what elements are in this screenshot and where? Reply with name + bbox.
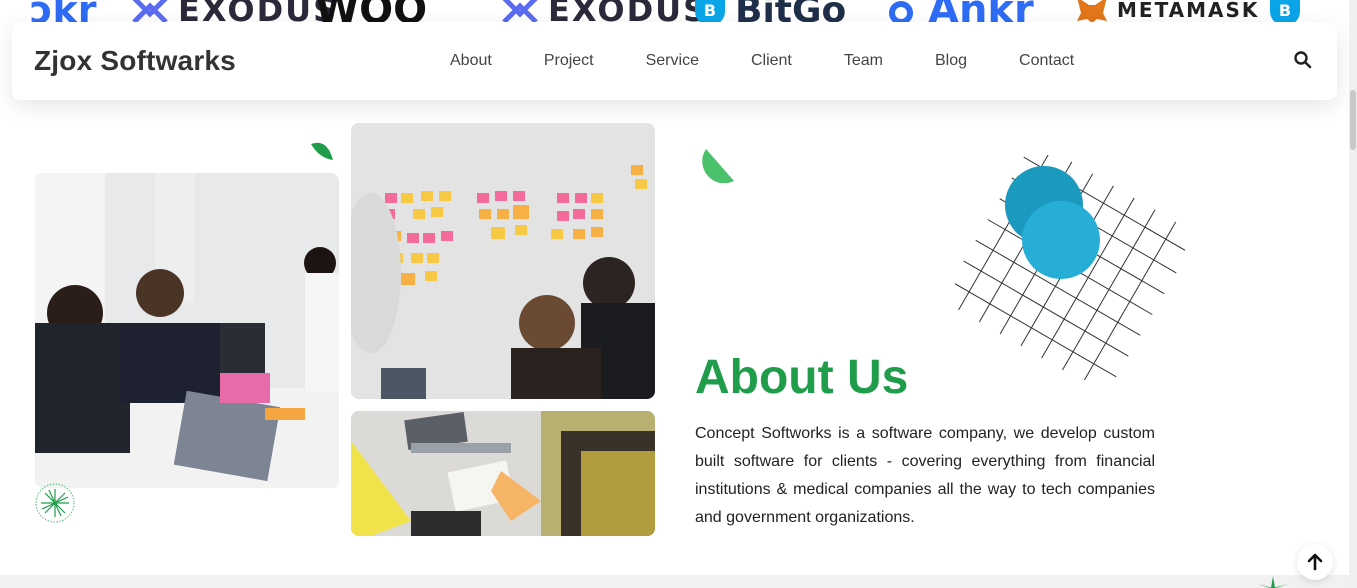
about-title: About Us: [695, 351, 909, 404]
partner-logo-text: METAMASK: [1117, 0, 1260, 22]
nav-item-project[interactable]: Project: [544, 52, 594, 70]
sticky-notes-illustration: [351, 123, 655, 399]
page-scrollbar[interactable]: [1349, 0, 1357, 588]
grid-circles-decoration: [955, 155, 1185, 380]
next-section-band: [0, 575, 1357, 588]
search-icon[interactable]: [1293, 50, 1313, 70]
green-half-circle-icon: [702, 149, 734, 183]
laptop-work-photo: [351, 411, 655, 536]
arrow-up-icon: [1307, 553, 1323, 571]
nav-item-about[interactable]: About: [450, 52, 492, 70]
team-meeting-photo: [35, 173, 339, 488]
leaf-decoration-icon: [311, 142, 333, 160]
laptop-work-illustration: [351, 411, 655, 536]
team-meeting-illustration: [35, 173, 339, 488]
brand-logo[interactable]: Zjox Softwarks: [34, 45, 236, 77]
blue-circle-light: [1022, 201, 1100, 279]
scrollbar-thumb[interactable]: [1350, 90, 1356, 150]
nav-item-contact[interactable]: Contact: [1019, 52, 1074, 70]
about-description: Concept Softworks is a software company,…: [695, 425, 1155, 526]
nav-item-client[interactable]: Client: [751, 52, 792, 70]
nav-menu: About Project Service Client Team Blog C…: [450, 52, 1074, 70]
svg-text:B: B: [1279, 1, 1291, 20]
navbar: Zjox Softwarks About Project Service Cli…: [12, 22, 1337, 100]
green-spark-decoration-icon: [1258, 576, 1288, 588]
svg-text:B: B: [704, 1, 716, 20]
nav-item-team[interactable]: Team: [844, 52, 883, 70]
starburst-decoration-icon: [35, 483, 75, 523]
nav-item-service[interactable]: Service: [646, 52, 699, 70]
sticky-notes-photo: [351, 123, 655, 399]
nav-item-blog[interactable]: Blog: [935, 52, 967, 70]
scroll-to-top-button[interactable]: [1297, 544, 1333, 580]
